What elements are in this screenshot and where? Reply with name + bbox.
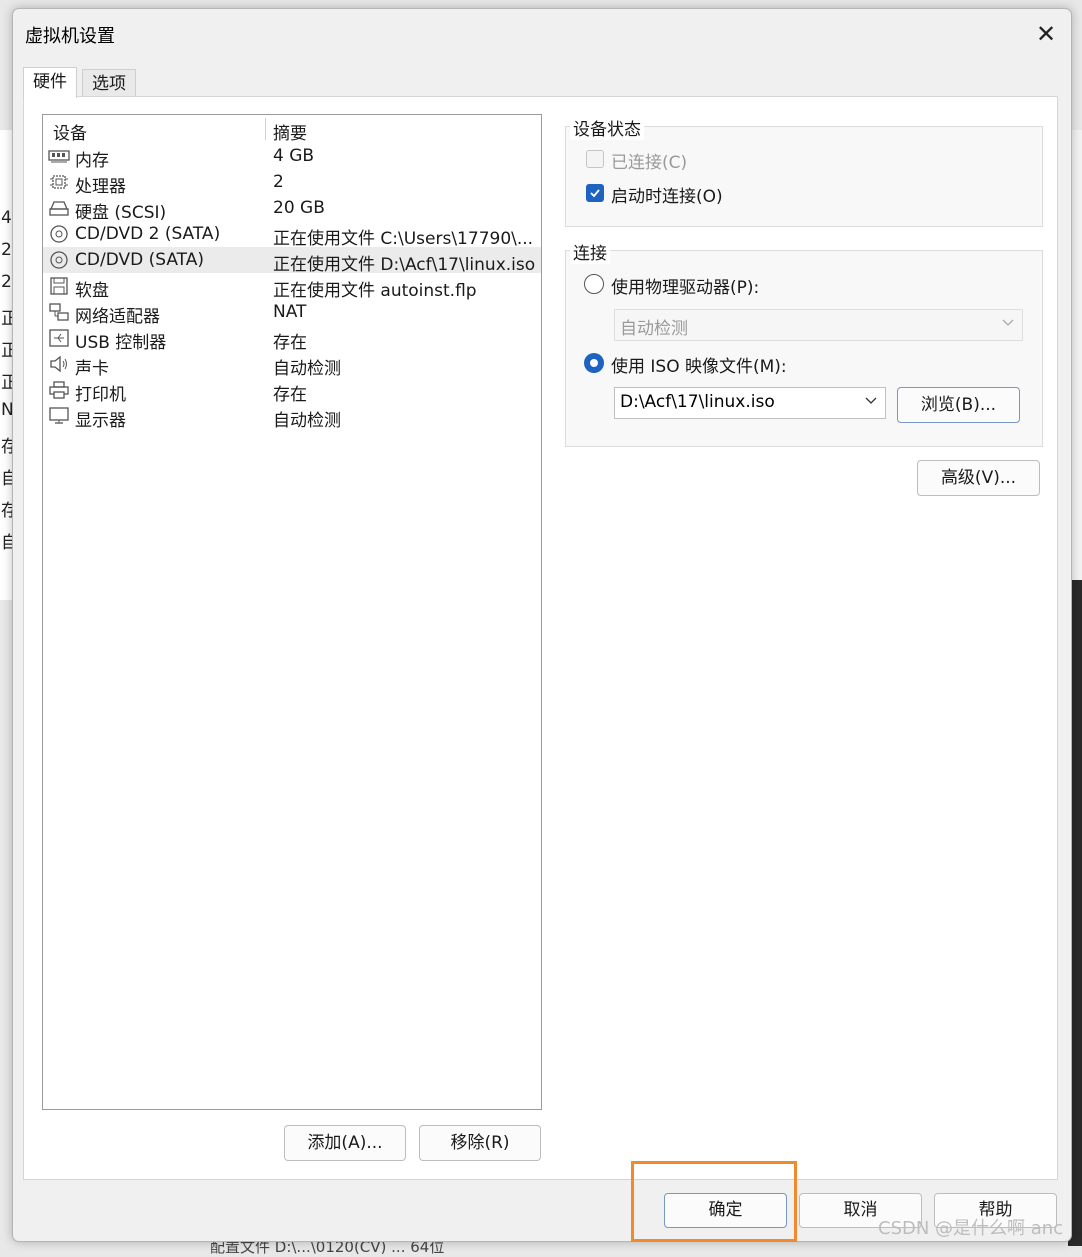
device-row-harddisk[interactable]: 硬盘 (SCSI) 20 GB [43,195,541,223]
device-row-sound[interactable]: 声卡 自动检测 [43,351,541,379]
device-row-cdrom-2[interactable]: CD/DVD 2 (SATA) 正在使用文件 C:\Users\17790\..… [43,221,541,249]
device-name: 声卡 [75,359,109,379]
cdrom-icon [50,225,68,243]
close-icon[interactable]: ✕ [1033,21,1059,47]
physical-drive-select[interactable]: 自动检测 [614,309,1023,341]
device-summary: 自动检测 [273,411,341,431]
checkmark-icon [590,189,600,198]
speaker-icon [50,355,67,373]
cpu-icon [50,175,68,189]
floppy-icon [50,277,68,295]
background-text: 2 [1,272,12,292]
device-list-header: 设备 摘要 [43,115,541,144]
column-divider[interactable] [265,118,266,140]
device-summary: 正在使用文件 C:\Users\17790\... [273,229,534,249]
advanced-button[interactable]: 高级(V)... [917,460,1040,496]
device-row-memory[interactable]: 内存 4 GB [43,143,541,171]
device-row-display[interactable]: 显示器 自动检测 [43,403,541,431]
device-summary: 正在使用文件 autoinst.flp [273,281,477,301]
device-row-floppy[interactable]: 软盘 正在使用文件 autoinst.flp [43,273,541,301]
watermark: CSDN @是什么啊 anc [878,1218,1064,1239]
connect-at-power-on-label: 启动时连接(O) [611,187,723,207]
device-name: CD/DVD (SATA) [75,250,204,270]
device-status-group [565,126,1043,227]
chevron-down-icon[interactable] [865,397,877,405]
connect-at-power-on-checkbox[interactable] [586,184,604,202]
vm-settings-dialog: 虚拟机设置 ✕ 硬件 选项 设备 摘要 内存 4 GB 处理器 2 硬盘 (SC… [12,8,1072,1242]
device-name: 显示器 [75,411,126,431]
physical-drive-radio[interactable] [584,274,604,294]
device-summary: 4 GB [273,146,315,166]
background-text: 2 [1,240,12,260]
memory-icon [48,150,70,163]
device-name: USB 控制器 [75,333,167,353]
column-header-device[interactable]: 设备 [53,119,87,144]
ok-button[interactable]: 确定 [664,1193,787,1228]
usb-icon [49,329,69,347]
physical-drive-value: 自动检测 [620,319,688,339]
background-text: 4 [1,208,12,228]
connected-checkbox[interactable] [586,150,604,168]
device-status-title: 设备状态 [570,115,644,140]
device-summary: NAT [273,302,307,322]
network-icon [49,303,69,321]
chevron-down-icon [1002,319,1014,326]
device-name: 软盘 [75,281,109,301]
device-name: 处理器 [75,177,126,197]
add-button[interactable]: 添加(A)... [284,1125,406,1161]
dialog-title: 虚拟机设置 [25,26,115,47]
device-name: 打印机 [75,385,126,405]
remove-button[interactable]: 移除(R) [419,1125,541,1161]
device-row-printer[interactable]: 打印机 存在 [43,377,541,405]
device-summary: 自动检测 [273,359,341,379]
tab-hardware[interactable]: 硬件 [23,67,77,98]
device-name: 硬盘 (SCSI) [75,203,167,223]
browse-button[interactable]: 浏览(B)... [897,387,1020,423]
connection-title: 连接 [570,239,610,264]
printer-icon [49,381,69,399]
iso-image-label: 使用 ISO 映像文件(M): [611,357,787,377]
device-name: 网络适配器 [75,307,160,327]
connected-label: 已连接(C) [611,153,688,173]
device-name: 内存 [75,151,109,171]
iso-path-value: D:\Acf\17\linux.iso [620,392,775,412]
device-summary: 2 [273,172,284,192]
device-summary: 存在 [273,385,307,405]
device-row-network[interactable]: 网络适配器 NAT [43,299,541,327]
monitor-icon [49,407,69,424]
iso-path-combobox[interactable]: D:\Acf\17\linux.iso [614,387,886,419]
harddisk-icon [49,201,69,216]
device-summary: 正在使用文件 D:\Acf\17\linux.iso [273,255,536,275]
device-list[interactable]: 设备 摘要 内存 4 GB 处理器 2 硬盘 (SCSI) 20 GB CD/D… [42,114,542,1110]
device-row-processor[interactable]: 处理器 2 [43,169,541,197]
device-name: CD/DVD 2 (SATA) [75,224,221,244]
cdrom-icon [50,251,68,269]
tab-options[interactable]: 选项 [82,69,136,98]
column-header-summary[interactable]: 摘要 [273,119,307,144]
physical-drive-label: 使用物理驱动器(P): [611,278,760,298]
device-row-usb[interactable]: USB 控制器 存在 [43,325,541,353]
background-window-fragment: 4 2 2 正 正 正 N 存 自 存 自 [0,130,18,600]
device-summary: 20 GB [273,198,325,218]
iso-image-radio[interactable] [584,353,604,373]
device-summary: 存在 [273,333,307,353]
hardware-panel: 设备 摘要 内存 4 GB 处理器 2 硬盘 (SCSI) 20 GB CD/D… [23,96,1058,1180]
device-row-cdrom[interactable]: CD/DVD (SATA) 正在使用文件 D:\Acf\17\linux.iso [43,247,541,275]
